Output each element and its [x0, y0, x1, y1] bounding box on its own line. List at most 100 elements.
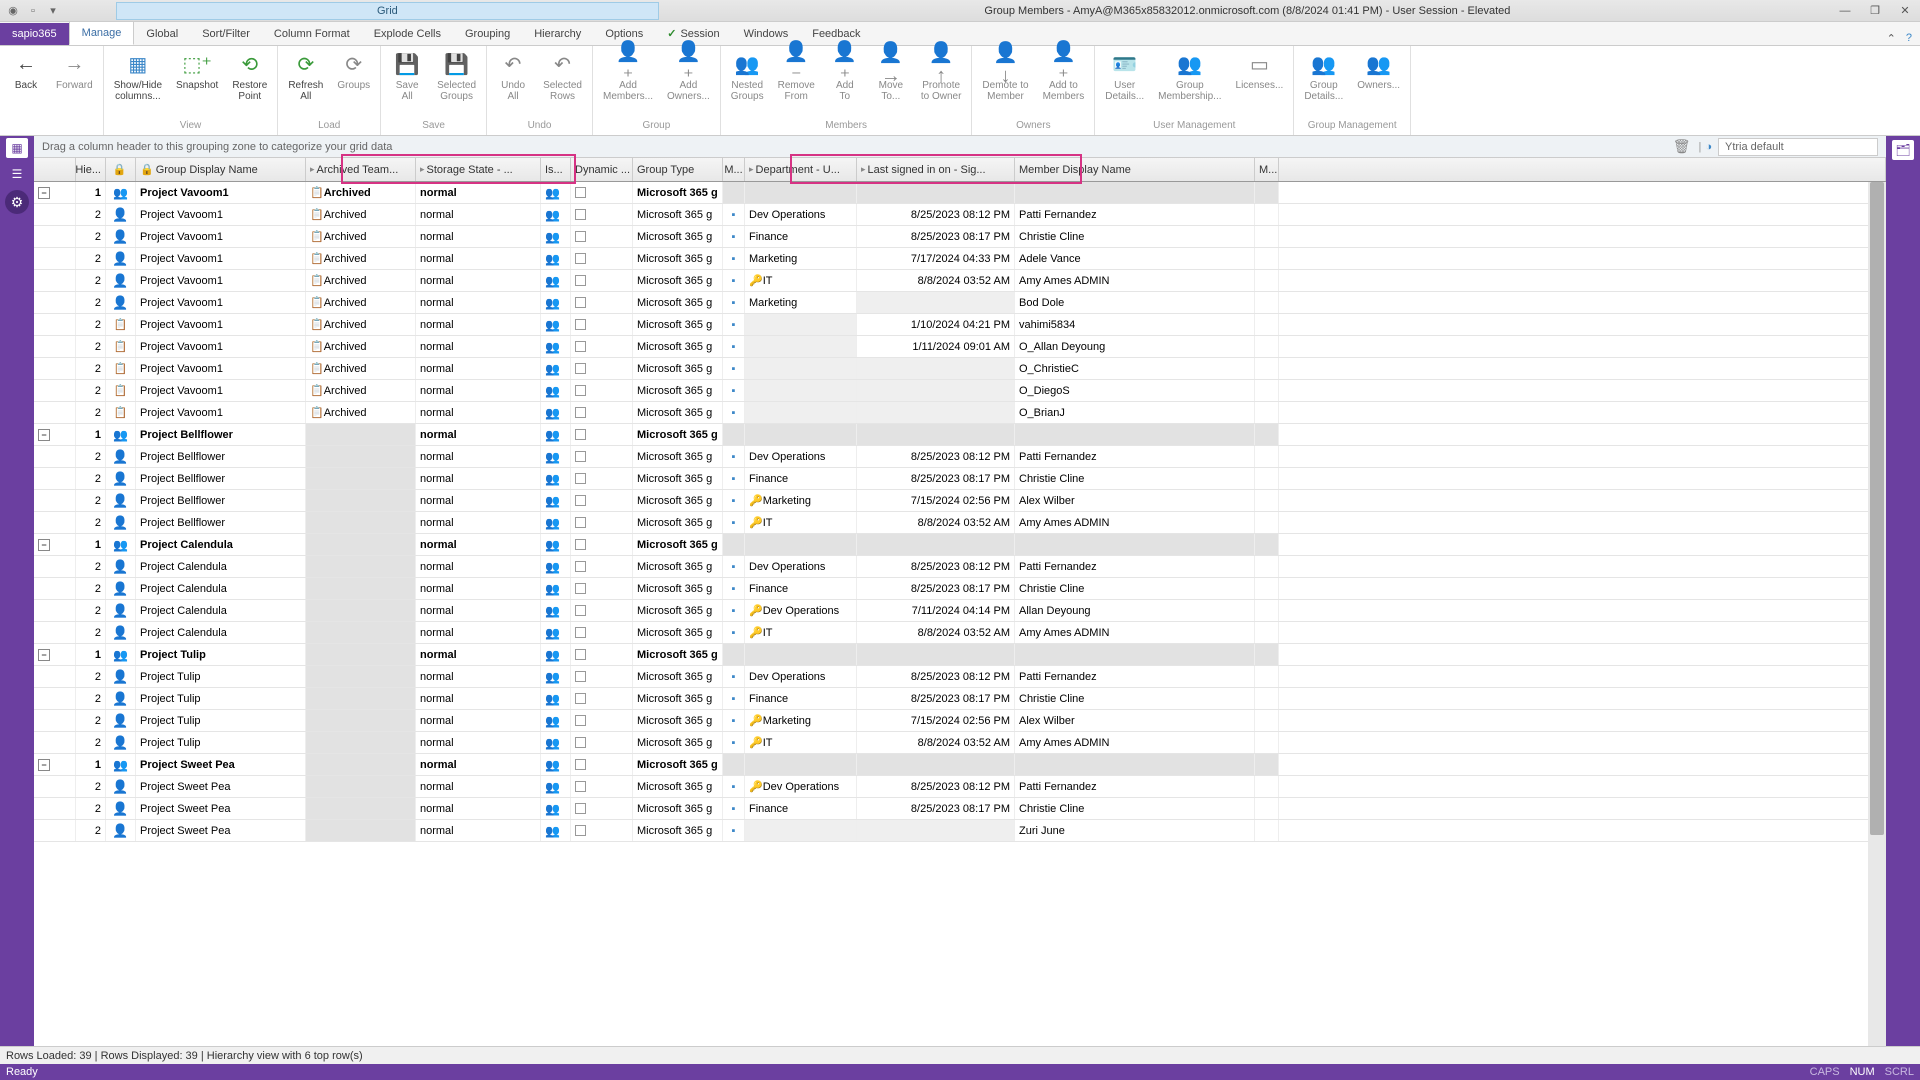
- cell[interactable]: normal: [416, 754, 541, 775]
- cell[interactable]: ▪: [723, 270, 745, 291]
- data-row[interactable]: 2👤Project Sweet Peanormal👥Microsoft 365 …: [34, 820, 1886, 842]
- cell[interactable]: [1279, 578, 1886, 599]
- tab-manage[interactable]: Manage: [69, 21, 135, 45]
- cell[interactable]: Project Bellflower: [136, 446, 306, 467]
- cell[interactable]: [1279, 358, 1886, 379]
- cell[interactable]: Finance: [745, 578, 857, 599]
- app-tab[interactable]: sapio365: [0, 23, 69, 45]
- cell[interactable]: 📋 Archived: [306, 402, 416, 423]
- cell[interactable]: [1255, 732, 1279, 753]
- cell[interactable]: [857, 754, 1015, 775]
- cell[interactable]: [745, 358, 857, 379]
- cell[interactable]: 👥: [541, 358, 571, 379]
- cell[interactable]: 2: [76, 468, 106, 489]
- cell[interactable]: 8/8/2024 03:52 AM: [857, 512, 1015, 533]
- cell[interactable]: normal: [416, 226, 541, 247]
- cell[interactable]: 📋 Archived: [306, 270, 416, 291]
- cell[interactable]: Christie Cline: [1015, 226, 1255, 247]
- cell[interactable]: 👥: [106, 182, 136, 203]
- data-row[interactable]: 2👤Project Tulipnormal👥Microsoft 365 g▪Fi…: [34, 688, 1886, 710]
- cell[interactable]: 👥: [541, 336, 571, 357]
- cell[interactable]: 👥: [541, 622, 571, 643]
- cell[interactable]: 👤: [106, 248, 136, 269]
- cell[interactable]: [34, 490, 76, 511]
- data-row[interactable]: 2👤Project Vavoom1📋 Archivednormal👥Micros…: [34, 204, 1886, 226]
- cell[interactable]: [745, 644, 857, 665]
- add-members-button[interactable]: 👤⁺Add Members...: [597, 48, 659, 104]
- cell[interactable]: 2: [76, 402, 106, 423]
- cell[interactable]: normal: [416, 732, 541, 753]
- tab-hierarchy[interactable]: Hierarchy: [522, 23, 593, 45]
- col-storage[interactable]: ▸Storage State - ...: [416, 158, 541, 181]
- cell[interactable]: [571, 534, 633, 555]
- cell[interactable]: normal: [416, 446, 541, 467]
- cell[interactable]: 👥: [541, 424, 571, 445]
- cell[interactable]: Alex Wilber: [1015, 490, 1255, 511]
- context-tab-grid[interactable]: Grid: [116, 2, 659, 20]
- cell[interactable]: 👥: [541, 666, 571, 687]
- cell[interactable]: [34, 666, 76, 687]
- cell[interactable]: Microsoft 365 g: [633, 248, 723, 269]
- data-row[interactable]: 2👤Project Bellflowernormal👥Microsoft 365…: [34, 512, 1886, 534]
- data-row[interactable]: 2👤Project Tulipnormal👥Microsoft 365 g▪🔑 …: [34, 710, 1886, 732]
- cell[interactable]: ▪: [723, 204, 745, 225]
- cell[interactable]: [1279, 688, 1886, 709]
- cell[interactable]: Microsoft 365 g: [633, 578, 723, 599]
- cell[interactable]: 2: [76, 336, 106, 357]
- cell[interactable]: 📋: [106, 358, 136, 379]
- cell[interactable]: [1255, 578, 1279, 599]
- cell[interactable]: 👥: [541, 578, 571, 599]
- tab-grouping[interactable]: Grouping: [453, 23, 522, 45]
- cell[interactable]: ▪: [723, 380, 745, 401]
- cell[interactable]: 1: [76, 644, 106, 665]
- cell[interactable]: Microsoft 365 g: [633, 226, 723, 247]
- cell[interactable]: [571, 776, 633, 797]
- cell[interactable]: [34, 204, 76, 225]
- save-all-button[interactable]: 💾Save All: [385, 48, 429, 104]
- cell[interactable]: [745, 314, 857, 335]
- cell[interactable]: [1015, 644, 1255, 665]
- grid-rows[interactable]: −1👥Project Vavoom1📋 Archivednormal👥Micro…: [34, 182, 1886, 1052]
- cell[interactable]: [34, 776, 76, 797]
- cell[interactable]: [1255, 688, 1279, 709]
- cell[interactable]: [571, 226, 633, 247]
- clear-grouping-icon[interactable]: 🗑: [1669, 138, 1695, 155]
- cell[interactable]: [306, 468, 416, 489]
- cell[interactable]: [1255, 226, 1279, 247]
- data-row[interactable]: 2👤Project Bellflowernormal👥Microsoft 365…: [34, 468, 1886, 490]
- cell[interactable]: [34, 732, 76, 753]
- cell[interactable]: Microsoft 365 g: [633, 380, 723, 401]
- cell[interactable]: [1255, 798, 1279, 819]
- cell[interactable]: 2: [76, 688, 106, 709]
- cell[interactable]: [1279, 248, 1886, 269]
- cell[interactable]: Project Vavoom1: [136, 402, 306, 423]
- cell[interactable]: normal: [416, 402, 541, 423]
- cell[interactable]: 📋 Archived: [306, 248, 416, 269]
- cell[interactable]: [1255, 820, 1279, 841]
- preset-select[interactable]: Ytria default: [1718, 138, 1878, 156]
- cell[interactable]: Microsoft 365 g: [633, 424, 723, 445]
- showhide-columns-button[interactable]: ▦Show/Hide columns...: [108, 48, 168, 104]
- cell[interactable]: 2: [76, 600, 106, 621]
- cell[interactable]: 8/25/2023 08:17 PM: [857, 798, 1015, 819]
- data-row[interactable]: 2👤Project Sweet Peanormal👥Microsoft 365 …: [34, 798, 1886, 820]
- cell[interactable]: [34, 710, 76, 731]
- cell[interactable]: Amy Ames ADMIN: [1015, 732, 1255, 753]
- cell[interactable]: ▪: [723, 820, 745, 841]
- cell[interactable]: Microsoft 365 g: [633, 710, 723, 731]
- cell[interactable]: 2: [76, 710, 106, 731]
- cell[interactable]: 👥: [541, 732, 571, 753]
- cell[interactable]: [1279, 600, 1886, 621]
- cell[interactable]: 1: [76, 424, 106, 445]
- cell[interactable]: Microsoft 365 g: [633, 402, 723, 423]
- cell[interactable]: 👥: [106, 754, 136, 775]
- cell[interactable]: normal: [416, 314, 541, 335]
- cell[interactable]: [723, 424, 745, 445]
- cell[interactable]: [745, 754, 857, 775]
- cell[interactable]: Dev Operations: [745, 556, 857, 577]
- cell[interactable]: 👥: [541, 534, 571, 555]
- col-last-signed[interactable]: ▸Last signed in on - Sig...: [857, 158, 1015, 181]
- cell[interactable]: Project Sweet Pea: [136, 776, 306, 797]
- cell[interactable]: [1255, 710, 1279, 731]
- cell[interactable]: [1279, 622, 1886, 643]
